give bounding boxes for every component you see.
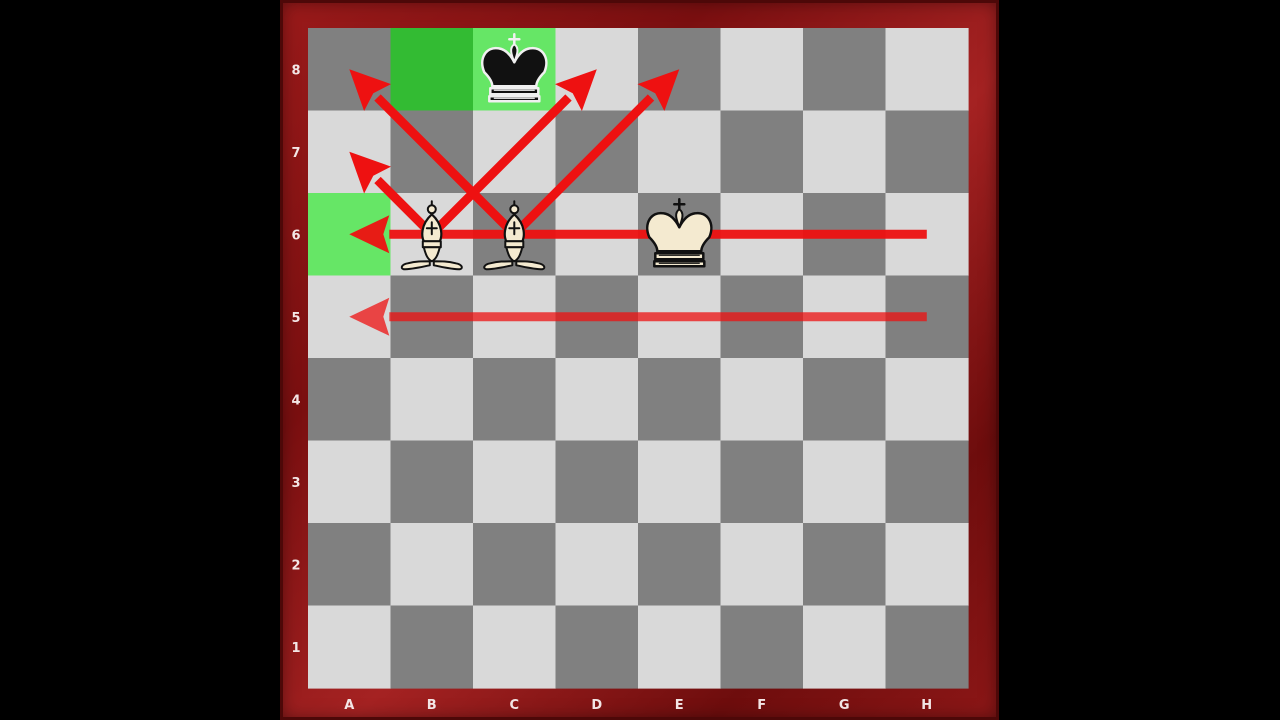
square-d4[interactable] [555, 358, 639, 442]
square-f4[interactable] [720, 358, 804, 442]
file-label-a: A [344, 698, 354, 713]
square-d1[interactable] [555, 605, 639, 689]
file-label-e: E [675, 698, 684, 713]
square-b4[interactable] [390, 358, 474, 442]
square-b2[interactable] [390, 523, 474, 607]
square-f1[interactable] [720, 605, 804, 689]
rank-label-7: 7 [291, 146, 300, 161]
chess-board: 8 7 6 5 4 3 2 1 A B C D E F G H [291, 28, 969, 713]
square-h4[interactable] [885, 358, 969, 442]
square-g8[interactable] [803, 28, 887, 112]
square-h3[interactable] [885, 440, 969, 524]
square-c1[interactable] [473, 605, 557, 689]
rank-label-3: 3 [291, 476, 300, 491]
rank-label-2: 2 [291, 558, 300, 573]
square-a1[interactable] [308, 605, 392, 689]
square-b1[interactable] [390, 605, 474, 689]
square-d2[interactable] [555, 523, 639, 607]
square-e2[interactable] [638, 523, 722, 607]
square-b3[interactable] [390, 440, 474, 524]
square-g7[interactable] [803, 110, 887, 194]
rank-label-4: 4 [291, 393, 300, 408]
square-c2[interactable] [473, 523, 557, 607]
square-f3[interactable] [720, 440, 804, 524]
square-a2[interactable] [308, 523, 392, 607]
rank-label-8: 8 [291, 63, 300, 78]
square-g4[interactable] [803, 358, 887, 442]
square-f8[interactable] [720, 28, 804, 112]
square-h8[interactable] [885, 28, 969, 112]
square-f7[interactable] [720, 110, 804, 194]
rank-label-6: 6 [291, 228, 300, 243]
square-g3[interactable] [803, 440, 887, 524]
square-f2[interactable] [720, 523, 804, 607]
file-label-d: D [591, 698, 602, 713]
square-a4[interactable] [308, 358, 392, 442]
square-h1[interactable] [885, 605, 969, 689]
file-label-h: H [921, 698, 932, 713]
square-e1[interactable] [638, 605, 722, 689]
square-c3[interactable] [473, 440, 557, 524]
square-h7[interactable] [885, 110, 969, 194]
square-a3[interactable] [308, 440, 392, 524]
square-d3[interactable] [555, 440, 639, 524]
square-e3[interactable] [638, 440, 722, 524]
rank-label-1: 1 [291, 641, 300, 656]
square-g2[interactable] [803, 523, 887, 607]
file-label-b: B [427, 698, 437, 713]
square-b8[interactable] [390, 28, 474, 112]
square-c4[interactable] [473, 358, 557, 442]
file-label-c: C [509, 698, 519, 713]
square-h2[interactable] [885, 523, 969, 607]
file-label-f: F [757, 698, 766, 713]
file-label-g: G [839, 698, 850, 713]
square-e4[interactable] [638, 358, 722, 442]
rank-label-5: 5 [291, 311, 300, 326]
square-e7[interactable] [638, 110, 722, 194]
square-g1[interactable] [803, 605, 887, 689]
